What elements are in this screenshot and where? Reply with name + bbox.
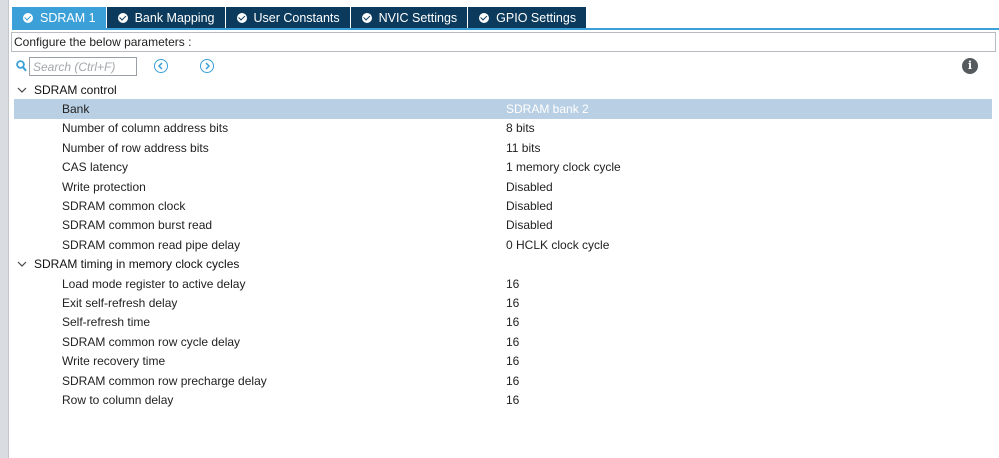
param-row[interactable]: Row to column delay 16: [14, 390, 992, 409]
param-name: Bank: [62, 102, 90, 117]
param-name: SDRAM common clock: [62, 199, 186, 214]
param-row[interactable]: Write recovery time 16: [14, 351, 992, 370]
param-row[interactable]: SDRAM common read pipe delay 0 HCLK cloc…: [14, 235, 992, 254]
param-value[interactable]: 16: [505, 315, 992, 329]
chevron-down-icon[interactable]: [14, 87, 34, 93]
param-row[interactable]: Self-refresh time 16: [14, 313, 992, 332]
check-circle-icon: [479, 12, 490, 23]
tab-label: Bank Mapping: [134, 10, 215, 25]
param-value[interactable]: Disabled: [505, 218, 992, 232]
check-circle-icon: [23, 12, 33, 23]
tab-bank-mapping[interactable]: Bank Mapping: [106, 7, 226, 28]
check-circle-icon: [117, 12, 128, 23]
param-row[interactable]: Load mode register to active delay 16: [14, 274, 992, 293]
tab-label: GPIO Settings: [496, 10, 577, 25]
param-row[interactable]: SDRAM common row cycle delay 16: [14, 332, 992, 351]
param-name: Self-refresh time: [62, 315, 151, 330]
tab-underline: [12, 28, 999, 30]
param-value[interactable]: SDRAM bank 2: [505, 102, 992, 116]
param-row[interactable]: SDRAM common clock Disabled: [14, 196, 992, 215]
param-row[interactable]: Write protection Disabled: [14, 177, 992, 196]
chevron-right-circle-icon[interactable]: [200, 59, 214, 73]
param-row[interactable]: SDRAM common burst read Disabled: [14, 216, 992, 235]
check-circle-icon: [236, 12, 247, 23]
parameter-tree: SDRAM control Bank SDRAM bank 2 Number o…: [14, 80, 992, 410]
param-value[interactable]: 8 bits: [505, 121, 992, 135]
param-name: SDRAM common row cycle delay: [62, 334, 241, 349]
chevron-left-circle-icon[interactable]: [154, 59, 168, 73]
param-value[interactable]: 16: [505, 277, 992, 291]
search-input[interactable]: [29, 57, 137, 76]
tab-label: User Constants: [253, 10, 340, 25]
group-label: SDRAM control: [34, 82, 117, 97]
param-name: Load mode register to active delay: [62, 276, 246, 291]
param-name: SDRAM common burst read: [62, 218, 213, 233]
param-name: Write recovery time: [62, 354, 166, 369]
tab-label: NVIC Settings: [378, 10, 458, 25]
param-value[interactable]: 16: [505, 374, 992, 388]
param-row[interactable]: Number of row address bits 11 bits: [14, 138, 992, 157]
group-sdram-timing[interactable]: SDRAM timing in memory clock cycles: [14, 255, 992, 274]
config-header: Configure the below parameters :: [11, 32, 996, 52]
param-name: Write protection: [62, 179, 146, 194]
param-name: CAS latency: [62, 160, 129, 175]
param-value[interactable]: Disabled: [505, 199, 992, 213]
param-row-bank[interactable]: Bank SDRAM bank 2: [14, 99, 992, 119]
param-name: SDRAM common row precharge delay: [62, 373, 267, 388]
param-row[interactable]: SDRAM common row precharge delay 16: [14, 371, 992, 390]
param-name: Row to column delay: [62, 392, 174, 407]
tab-nvic-settings[interactable]: NVIC Settings: [350, 7, 469, 28]
param-value[interactable]: 16: [505, 393, 992, 407]
param-row[interactable]: Number of column address bits 8 bits: [14, 119, 992, 138]
info-icon[interactable]: i: [962, 58, 978, 74]
chevron-down-icon[interactable]: [14, 261, 34, 268]
param-value[interactable]: 16: [505, 296, 992, 310]
param-value[interactable]: 16: [505, 354, 992, 368]
group-label: SDRAM timing in memory clock cycles: [34, 257, 240, 272]
tab-sdram-1[interactable]: SDRAM 1: [12, 7, 107, 28]
param-row[interactable]: Exit self-refresh delay 16: [14, 293, 992, 312]
param-name: Number of column address bits: [62, 121, 229, 136]
search-icon: [16, 60, 27, 72]
param-value[interactable]: 16: [505, 335, 992, 349]
check-circle-icon: [361, 12, 372, 23]
param-name: Number of row address bits: [62, 140, 209, 155]
group-sdram-control[interactable]: SDRAM control: [14, 80, 992, 99]
tab-user-constants[interactable]: User Constants: [225, 7, 351, 28]
param-row[interactable]: CAS latency 1 memory clock cycle: [14, 158, 992, 177]
left-panel-edge: [0, 0, 9, 458]
param-value[interactable]: 11 bits: [505, 141, 992, 155]
param-name: SDRAM common read pipe delay: [62, 237, 241, 252]
param-value[interactable]: 1 memory clock cycle: [505, 160, 992, 174]
param-value[interactable]: Disabled: [505, 180, 992, 194]
param-name: Exit self-refresh delay: [62, 295, 178, 310]
tab-bar: SDRAM 1 Bank Mapping User Constants NVIC…: [12, 7, 588, 28]
tab-gpio-settings[interactable]: GPIO Settings: [468, 7, 588, 28]
tab-label: SDRAM 1: [40, 10, 96, 25]
param-value[interactable]: 0 HCLK clock cycle: [505, 238, 992, 252]
